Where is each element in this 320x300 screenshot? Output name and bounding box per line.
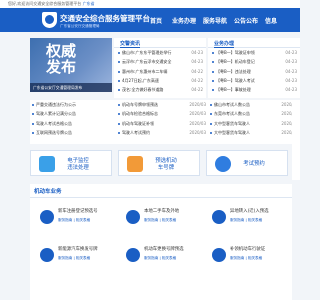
preselect-plate-button[interactable]: 预选机动 车号牌 [118, 150, 200, 176]
car-icon [126, 248, 140, 262]
section-title: 机动车业务 [34, 189, 62, 195]
list-item[interactable]: 云浮市:广东云浮市交通安全 04-23 [118, 57, 203, 66]
list-item[interactable]: 大中型客货车驾驶人 2020/03 [210, 128, 298, 137]
side-strip [292, 100, 300, 180]
nav-business[interactable]: 业务办理 [172, 16, 196, 25]
list-item[interactable]: 互联网预选号牌公告 [32, 128, 114, 137]
site-header: 交通安全综合服务管理平台 广东省公安厅交通管理局 首页 业务办理 服务导航 公告… [0, 8, 300, 32]
list-item[interactable]: 东莞市考试人数公告 2020/03 [210, 109, 298, 118]
monitor-icon [39, 156, 55, 172]
nav-service[interactable]: 服务导航 [203, 16, 227, 25]
car-icon [212, 248, 226, 262]
ecam-violation-button[interactable]: 电子监控 违法处理 [30, 150, 112, 176]
biz-card[interactable]: 机动车更换号牌预选 服务指南 | 相关表格 [122, 242, 204, 274]
left-notice-list: 严重交通违法行为公示 驾驶人累计记满分公告 驾驶人考试合格公告 互联网预选号牌公… [32, 100, 114, 137]
city-selector[interactable]: 广东省 [83, 1, 95, 6]
biz-card[interactable]: 新车注册登记预选号 服务指南 | 相关表格 [36, 204, 118, 236]
car-icon [40, 210, 54, 224]
site-title: 交通安全综合服务管理平台 [60, 14, 150, 23]
right-notice-list: 佛山市考试人数公告 2020/03 东莞市考试人数公告 2020/03 大中型客货车… [210, 100, 298, 137]
list-item[interactable]: 驾驶人考试预约 2020/03 [118, 128, 206, 137]
list-item[interactable]: 佛山市:广东东平管理处举行 04-23 [118, 48, 203, 57]
site-subtitle: 广东省公安厅交通管理局 [60, 24, 100, 28]
car-icon [126, 210, 140, 224]
list-item[interactable]: 驾驶人考试合格公告 [32, 119, 114, 128]
list-item[interactable]: 【粤B一】驾驶证申领 04-23 [212, 48, 297, 57]
top-bar: 您好,欢迎访问交通安全综合服务管理平台 广东省 [0, 0, 300, 8]
list-item[interactable]: 机动车驾驶证补领 2020/03 [118, 119, 206, 128]
biz-card[interactable]: 本地二手车及外地 服务指南 | 相关表格 [122, 204, 204, 236]
vehicle-business-section: 机动车业务 新车注册登记预选号 服务指南 | 相关表格 本地二手车及外地 服务指南 … [30, 184, 292, 300]
list-item[interactable]: 惠州市:广东惠州市二车辆 04-22 [118, 67, 203, 76]
list-item[interactable]: 佛山市考试人数公告 2020/03 [210, 100, 298, 109]
notice-lists: 严重交通违法行为公示 驾驶人累计记满分公告 驾驶人考试合格公告 互联网预选号牌公… [30, 100, 300, 144]
car-icon [212, 210, 226, 224]
welcome-text: 您好,欢迎访问交通安全综合服务管理平台 [8, 1, 82, 6]
list-item[interactable]: 【粤B一】事故处理 04-23 [212, 85, 297, 94]
tab-business[interactable]: 业务办理 [214, 40, 235, 48]
list-item[interactable]: 茂名:全力做好春节道路 04-22 [118, 85, 203, 94]
list-item[interactable]: 机动车检验合格标志 2020/03 [118, 109, 206, 118]
list-item[interactable]: 【粤B一】机动车登记 04-23 [212, 57, 297, 66]
mid-notice-list: 机动车号牌申领预选 2020/03 机动车检验合格标志 2020/03 机动车驾驶证… [118, 100, 206, 137]
banner-title-1: 权威 [46, 42, 77, 60]
tab-news[interactable]: 交警资讯 [120, 40, 141, 48]
business-panel: 业务办理 【粤B一】驾驶证申领 04-23 【粤B一】机动车登记 04-23 【粤B… [208, 38, 300, 98]
plate-icon [127, 156, 143, 172]
banner-caption: 广东省公安厅交通管理局发布 [30, 83, 112, 92]
exam-booking-button[interactable]: 考试预约 [206, 150, 288, 176]
list-item[interactable]: 驾驶人累计记满分公告 [32, 109, 114, 118]
list-item[interactable]: 机动车号牌申领预选 2020/03 [118, 100, 206, 109]
nav-info[interactable]: 信息 [265, 16, 277, 25]
list-item[interactable]: 【粤B一】违法处理 04-23 [212, 67, 297, 76]
banner-title-2: 发布 [46, 58, 77, 76]
news-banner[interactable]: 权威 发布 广东省公安厅交通管理局发布 [30, 38, 112, 92]
car-icon [40, 248, 54, 262]
news-panel: 交警资讯 佛山市:广东东平管理处举行 04-23 云浮市:广东云浮市交通安全 04-… [114, 38, 206, 98]
list-item[interactable]: 大中型客货车驾驶人 2020/03 [210, 119, 298, 128]
list-item[interactable]: 严重交通违法行为公示 [32, 100, 114, 109]
biz-card[interactable]: 异地转入(迁)入预选 服务指南 | 相关表格 [208, 204, 290, 236]
list-item[interactable]: 【粤B一】驾驶人考试 04-23 [212, 76, 297, 85]
police-badge-icon [42, 12, 57, 28]
biz-card[interactable]: 补领机动车行驶证 服务指南 | 相关表格 [208, 242, 290, 274]
list-item[interactable]: 4月27日起,广东高速 04-22 [118, 76, 203, 85]
nav-home[interactable]: 首页 [150, 16, 162, 25]
nav-notice[interactable]: 公告公布 [234, 16, 258, 25]
pen-icon [215, 156, 231, 172]
biz-card[interactable]: 新能源汽车换发号牌 服务指南 | 相关表格 [36, 242, 118, 274]
